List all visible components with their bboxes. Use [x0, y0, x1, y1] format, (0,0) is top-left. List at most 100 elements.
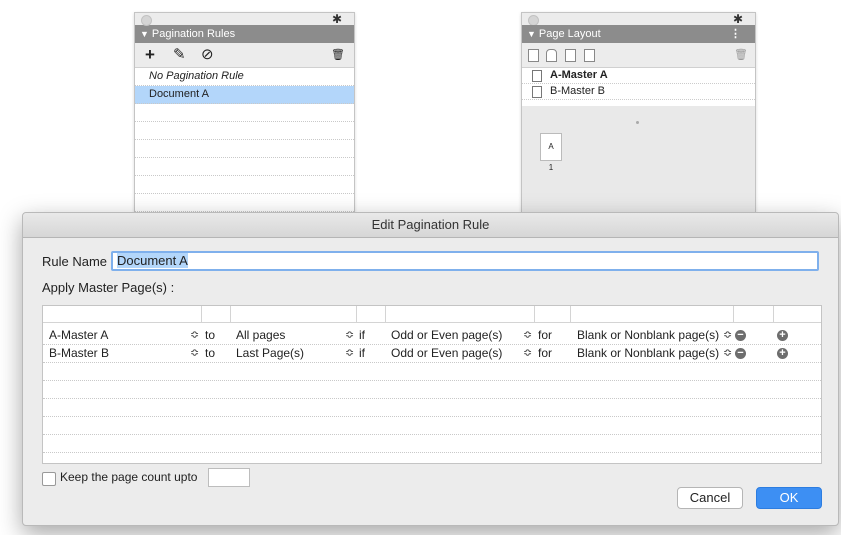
for-label: for [538, 328, 553, 342]
list-item-label: No Pagination Rule [149, 70, 244, 82]
splitter-handle[interactable] [636, 121, 639, 124]
gear-icon[interactable]: ✱ [332, 12, 342, 26]
stepper-icon[interactable]: ≎ [190, 327, 199, 344]
page-icon [532, 70, 542, 82]
menu-icon[interactable]: ⋮ [730, 25, 741, 43]
empty-row [135, 122, 354, 140]
master-select-value: A-Master A [49, 328, 109, 342]
empty-row [43, 435, 821, 453]
rule-name-label: Rule Name [42, 254, 108, 269]
blank-select-value: Blank or Nonblank page(s) [577, 346, 720, 360]
table-row: B-Master B ≎ to Last Page(s) ≎ if Odd or… [43, 345, 821, 363]
table-header [43, 306, 821, 323]
plus-circle-icon[interactable]: + [777, 348, 788, 359]
master-select-value: B-Master B [49, 346, 110, 360]
add-icon[interactable]: + [145, 46, 155, 64]
list-item[interactable]: No Pagination Rule [135, 68, 354, 86]
minus-circle-icon[interactable]: − [735, 348, 746, 359]
page-icon [532, 86, 542, 98]
list-item-selected[interactable]: Document A [135, 86, 354, 104]
to-label: to [205, 346, 216, 360]
gear-icon[interactable]: ✱ [733, 12, 743, 26]
column-divider [356, 306, 357, 322]
master-page-label: B-Master B [550, 85, 606, 97]
parity-select-value: Odd or Even page(s) [391, 328, 503, 342]
pages-select[interactable]: All pages [236, 327, 285, 344]
trash-icon[interactable]: 🗑 [734, 46, 748, 64]
pencil-icon[interactable]: ✎ [173, 46, 186, 64]
page-thumbnail-master: A [548, 142, 554, 151]
page-icon[interactable] [528, 49, 539, 62]
column-divider [385, 306, 386, 322]
stepper-icon[interactable]: ≎ [345, 327, 354, 344]
empty-row [43, 417, 821, 435]
pages-select[interactable]: Last Page(s) [236, 345, 304, 362]
list-item-label: Document A [149, 88, 209, 100]
duplicate-page-icon[interactable] [565, 49, 576, 62]
keep-page-count-label: Keep the page count upto [60, 470, 198, 484]
panel-top-bar: ✱ [522, 12, 755, 26]
stepper-icon[interactable]: ≎ [345, 345, 354, 362]
column-divider [570, 306, 571, 322]
pagination-rule-list: No Pagination Rule Document A [135, 68, 354, 230]
master-page-item[interactable]: A-Master A [522, 68, 755, 84]
duplicate-icon[interactable]: ⊘ [201, 46, 214, 64]
pagination-rules-panel: ✱ ▼ Pagination Rules + ✎ ⊘ 🗑 No Paginatio… [134, 12, 355, 230]
minus-circle-icon[interactable]: − [735, 330, 746, 341]
to-label: to [205, 328, 216, 342]
master-select[interactable]: A-Master A [49, 327, 108, 344]
plus-circle-icon[interactable]: + [777, 330, 788, 341]
stepper-icon[interactable]: ≎ [523, 327, 532, 344]
column-divider [230, 306, 231, 322]
for-label: for [538, 346, 553, 360]
stepper-icon[interactable]: ≎ [723, 327, 732, 344]
blank-select[interactable]: Blank or Nonblank page(s) [577, 327, 719, 344]
if-label: if [359, 346, 365, 360]
column-divider [733, 306, 734, 322]
pages-select-value: Last Page(s) [236, 346, 305, 360]
column-divider [773, 306, 774, 322]
panel-title-bar[interactable]: ▼ Page Layout ⋮ [522, 25, 755, 43]
keep-page-count-checkbox[interactable] [42, 472, 56, 486]
cancel-button[interactable]: Cancel [677, 487, 743, 509]
empty-row [135, 140, 354, 158]
page-layout-toolbar: 🗑 [522, 43, 755, 68]
rule-name-value: Document A [117, 253, 188, 268]
facing-page-icon[interactable] [546, 49, 557, 62]
apply-master-label: Apply Master Page(s) : [42, 280, 175, 295]
parity-select[interactable]: Odd or Even page(s) [391, 327, 502, 344]
if-label: if [359, 328, 365, 342]
parity-select[interactable]: Odd or Even page(s) [391, 345, 502, 362]
master-page-label: A-Master A [550, 69, 608, 81]
stepper-icon[interactable]: ≎ [523, 345, 532, 362]
panel-title: Page Layout [538, 28, 601, 40]
stepper-icon[interactable]: ≎ [723, 345, 732, 362]
import-page-icon[interactable] [584, 49, 595, 62]
page-thumbnail[interactable]: A [540, 133, 562, 161]
close-icon[interactable] [141, 15, 152, 26]
rule-name-input[interactable]: Document A [111, 251, 819, 271]
column-divider [534, 306, 535, 322]
empty-row [135, 104, 354, 122]
ok-button[interactable]: OK [756, 487, 822, 509]
blank-select-value: Blank or Nonblank page(s) [577, 328, 720, 342]
panel-top-bar: ✱ [135, 12, 354, 26]
pagination-toolbar: + ✎ ⊘ 🗑 [135, 43, 354, 68]
blank-select[interactable]: Blank or Nonblank page(s) [577, 345, 719, 362]
panel-title-bar[interactable]: ▼ Pagination Rules [135, 25, 354, 43]
master-rule-table: A-Master A ≎ to All pages ≎ if Odd or Ev… [42, 305, 822, 464]
disclosure-triangle-icon[interactable]: ▼ [527, 29, 536, 39]
empty-row [43, 381, 821, 399]
page-count-input[interactable] [208, 468, 250, 487]
master-select[interactable]: B-Master B [49, 345, 109, 362]
pages-select-value: All pages [236, 328, 286, 342]
stepper-icon[interactable]: ≎ [190, 345, 199, 362]
master-page-item[interactable]: B-Master B [522, 84, 755, 100]
trash-icon[interactable]: 🗑 [331, 46, 345, 64]
empty-row [135, 194, 354, 212]
empty-row [43, 399, 821, 417]
dialog-title: Edit Pagination Rule [23, 213, 838, 238]
empty-row [135, 158, 354, 176]
parity-select-value: Odd or Even page(s) [391, 346, 503, 360]
disclosure-triangle-icon[interactable]: ▼ [140, 29, 149, 39]
